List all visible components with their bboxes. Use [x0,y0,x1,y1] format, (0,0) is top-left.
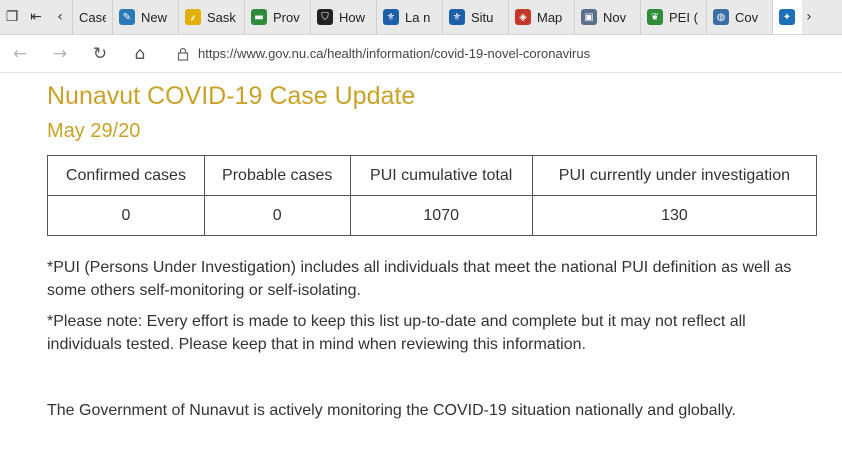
tab-active[interactable]: ✦ [772,0,802,34]
globe-icon: ◍ [713,9,729,25]
set-tabs-aside-icon[interactable]: ⇤ [24,0,48,34]
refresh-icon[interactable]: ↻ [80,35,120,72]
wheat-icon: ⸙ [185,9,201,25]
flag-icon: ▬ [251,9,267,25]
fleur-de-lis-icon: ⚜ [449,9,465,25]
scroll-tabs-left-icon[interactable]: ‹ [48,0,72,34]
address-bar: ← → ↻ ⌂ https://www.gov.nu.ca/health/inf… [0,35,842,73]
tab[interactable]: ◍ Cov [706,0,772,34]
case-table: Confirmed cases Probable cases PUI cumul… [47,155,818,236]
page-title: Nunavut COVID-19 Case Update [47,82,416,110]
accuracy-note: *Please note: Every effort is made to ke… [47,313,746,353]
probable-cases-value: 0 [203,195,351,236]
tab-label: La n [405,9,431,25]
pui-under-investigation-value: 130 [531,195,818,236]
tab[interactable]: ❦ PEI ( [640,0,706,34]
tab-label: Nov [603,9,627,25]
tab-label: Cov [735,9,759,25]
tab-label: Sask [207,9,236,25]
monitoring-statement: The Government of Nunavut is actively mo… [47,402,736,419]
tab-label: Map [537,9,563,25]
tab-bar: ❐ ⇤ ‹ Case ✎ New ⸙ Sask ▬ Prov ⛉ How ⚜ La n ⚜ Situ ◈ M… [0,0,842,35]
table-row: 0 0 1070 130 [47,195,818,236]
tab[interactable]: ⛉ How [310,0,376,34]
update-date: May 29/20 [47,120,141,142]
header-pui-cumulative-total: PUI cumulative total [349,155,533,196]
fleur-de-lis-icon: ⚜ [383,9,399,25]
pui-cumulative-total-value: 1070 [349,195,533,236]
home-icon[interactable]: ⌂ [120,35,160,72]
map-icon: ◈ [515,9,531,25]
confirmed-cases-value: 0 [47,195,205,236]
tab[interactable]: ▣ Nov [574,0,640,34]
url-text: https://www.gov.nu.ca/health/information… [198,46,591,61]
forward-icon[interactable]: → [40,35,80,72]
tab[interactable]: Case [72,0,112,34]
news-icon: ✎ [119,9,135,25]
tab-label: PEI ( [669,9,698,25]
tab[interactable]: ⚜ Situ [442,0,508,34]
tab[interactable]: ⚜ La n [376,0,442,34]
tab-label: Situ [471,9,494,25]
tab-label: Prov [273,9,300,25]
tab-label: Case [79,9,106,25]
header-pui-under-investigation: PUI currently under investigation [531,155,818,196]
leaf-icon: ❦ [647,9,663,25]
lock-icon [168,47,198,61]
nunavut-icon: ✦ [779,9,795,25]
table-header-row: Confirmed cases Probable cases PUI cumul… [47,155,818,196]
tab[interactable]: ▬ Prov [244,0,310,34]
tab[interactable]: ◈ Map [508,0,574,34]
tab[interactable]: ⸙ Sask [178,0,244,34]
pui-definition-note: *PUI (Persons Under Investigation) inclu… [47,259,792,299]
url-field[interactable]: https://www.gov.nu.ca/health/information… [168,40,842,68]
header-confirmed-cases: Confirmed cases [47,155,205,196]
tab-strip: Case ✎ New ⸙ Sask ▬ Prov ⛉ How ⚜ La n ⚜ Situ ◈ Map ▣ Nov… [72,0,772,34]
shield-icon: ⛉ [317,9,333,25]
tab-label: How [339,9,366,25]
tab-actions-icon[interactable]: ❐ [0,0,24,34]
tab[interactable]: ✎ New [112,0,178,34]
tab-label: New [141,9,168,25]
header-probable-cases: Probable cases [203,155,351,196]
back-icon[interactable]: ← [0,35,40,72]
image-icon: ▣ [581,9,597,25]
scroll-tabs-right-icon[interactable]: › [802,0,816,34]
